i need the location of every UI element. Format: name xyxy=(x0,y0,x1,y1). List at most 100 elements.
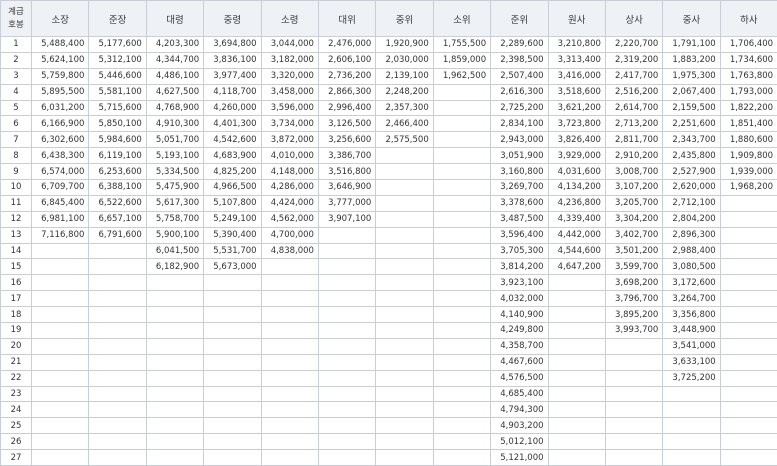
salary-cell: 3,416,000 xyxy=(548,68,605,84)
grade-step-cell: 2 xyxy=(1,52,32,68)
grade-step-cell: 22 xyxy=(1,370,32,386)
salary-cell xyxy=(376,338,433,354)
salary-cell: 3,107,200 xyxy=(605,180,662,196)
salary-cell: 6,709,700 xyxy=(32,180,89,196)
salary-cell: 3,599,700 xyxy=(605,259,662,275)
salary-cell xyxy=(433,211,490,227)
rank-header-cell: 중령 xyxy=(204,1,261,37)
salary-cell xyxy=(720,243,777,259)
salary-cell: 4,339,400 xyxy=(548,211,605,227)
salary-cell xyxy=(32,434,89,450)
salary-cell: 2,614,700 xyxy=(605,100,662,116)
salary-cell xyxy=(204,450,261,466)
salary-cell xyxy=(318,243,375,259)
salary-cell: 4,562,000 xyxy=(261,211,318,227)
table-row: 76,302,6005,984,6005,051,7004,542,6003,8… xyxy=(1,132,777,148)
salary-cell: 2,435,800 xyxy=(663,148,720,164)
grade-step-cell: 20 xyxy=(1,338,32,354)
rank-header-cell: 상사 xyxy=(605,1,662,37)
salary-cell xyxy=(720,195,777,211)
salary-cell: 4,236,800 xyxy=(548,195,605,211)
table-row: 194,249,8003,993,7003,448,900 xyxy=(1,323,777,339)
salary-cell xyxy=(720,259,777,275)
salary-cell: 2,516,200 xyxy=(605,84,662,100)
grade-step-cell: 23 xyxy=(1,386,32,402)
salary-cell: 3,518,600 xyxy=(548,84,605,100)
salary-cell xyxy=(89,338,146,354)
salary-cell: 5,475,900 xyxy=(146,180,203,196)
salary-cell: 3,126,500 xyxy=(318,116,375,132)
salary-cell: 2,319,200 xyxy=(605,52,662,68)
salary-cell: 5,177,600 xyxy=(89,37,146,53)
salary-cell xyxy=(89,291,146,307)
salary-cell: 4,838,000 xyxy=(261,243,318,259)
salary-cell: 6,302,600 xyxy=(32,132,89,148)
salary-cell: 2,988,400 xyxy=(663,243,720,259)
salary-cell xyxy=(433,275,490,291)
salary-cell: 4,768,900 xyxy=(146,100,203,116)
salary-cell: 5,488,400 xyxy=(32,37,89,53)
salary-cell xyxy=(548,402,605,418)
salary-cell: 4,903,200 xyxy=(491,418,548,434)
salary-cell xyxy=(204,434,261,450)
grade-step-cell: 16 xyxy=(1,275,32,291)
salary-cell: 4,700,000 xyxy=(261,227,318,243)
salary-cell xyxy=(376,164,433,180)
salary-cell xyxy=(204,402,261,418)
salary-cell xyxy=(89,386,146,402)
salary-cell xyxy=(318,227,375,243)
salary-cell: 2,030,000 xyxy=(376,52,433,68)
salary-cell xyxy=(433,259,490,275)
salary-cell: 3,501,200 xyxy=(605,243,662,259)
salary-cell: 2,620,000 xyxy=(663,180,720,196)
salary-cell xyxy=(605,354,662,370)
salary-cell: 3,929,000 xyxy=(548,148,605,164)
salary-cell: 5,334,500 xyxy=(146,164,203,180)
rank-header-cell: 준장 xyxy=(89,1,146,37)
grade-step-cell: 21 xyxy=(1,354,32,370)
corner-label-rank: 계급 xyxy=(8,7,24,17)
salary-cell xyxy=(376,275,433,291)
salary-cell xyxy=(548,386,605,402)
table-row: 174,032,0003,796,7003,264,700 xyxy=(1,291,777,307)
salary-cell: 6,791,600 xyxy=(89,227,146,243)
salary-cell: 2,616,300 xyxy=(491,84,548,100)
rank-header-cell: 원사 xyxy=(548,1,605,37)
grade-step-cell: 4 xyxy=(1,84,32,100)
salary-cell: 4,825,200 xyxy=(204,164,261,180)
table-row: 224,576,5003,725,200 xyxy=(1,370,777,386)
salary-cell xyxy=(204,418,261,434)
salary-cell xyxy=(376,418,433,434)
salary-cell: 1,755,500 xyxy=(433,37,490,53)
salary-cell: 3,541,000 xyxy=(663,338,720,354)
salary-cell: 5,624,100 xyxy=(32,52,89,68)
salary-cell xyxy=(720,418,777,434)
salary-cell: 4,344,700 xyxy=(146,52,203,68)
salary-cell xyxy=(204,275,261,291)
salary-cell xyxy=(663,402,720,418)
table-row: 137,116,8006,791,6005,900,1005,390,4004,… xyxy=(1,227,777,243)
salary-cell: 1,859,000 xyxy=(433,52,490,68)
salary-cell xyxy=(204,386,261,402)
salary-cell: 1,883,200 xyxy=(663,52,720,68)
salary-cell xyxy=(32,291,89,307)
grade-step-cell: 10 xyxy=(1,180,32,196)
rank-header-cell: 대위 xyxy=(318,1,375,37)
salary-cell: 3,378,600 xyxy=(491,195,548,211)
salary-cell: 2,251,600 xyxy=(663,116,720,132)
salary-cell: 3,386,700 xyxy=(318,148,375,164)
rank-header-cell: 대령 xyxy=(146,1,203,37)
salary-cell: 6,574,000 xyxy=(32,164,89,180)
salary-cell: 4,249,800 xyxy=(491,323,548,339)
salary-cell: 6,182,900 xyxy=(146,259,203,275)
salary-cell: 4,542,600 xyxy=(204,132,261,148)
salary-cell xyxy=(261,259,318,275)
salary-cell xyxy=(433,132,490,148)
table-row: 244,794,300 xyxy=(1,402,777,418)
salary-cell xyxy=(318,354,375,370)
salary-cell: 4,203,300 xyxy=(146,37,203,53)
salary-cell xyxy=(261,338,318,354)
salary-cell: 1,734,600 xyxy=(720,52,777,68)
salary-cell xyxy=(720,275,777,291)
salary-cell: 3,448,900 xyxy=(663,323,720,339)
